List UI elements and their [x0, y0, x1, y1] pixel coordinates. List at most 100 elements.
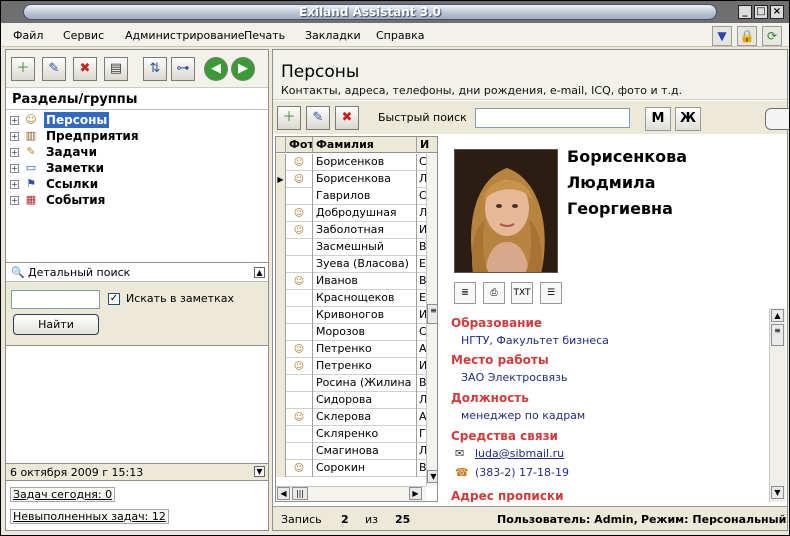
surname-cell[interactable]: Петренко — [313, 341, 417, 358]
surname-cell[interactable]: Кривоногов — [313, 307, 417, 324]
table-row[interactable]: Краснощеков Е — [276, 290, 437, 307]
table-row[interactable]: Сидорова Л — [276, 392, 437, 409]
view-icon[interactable]: ▤ — [104, 57, 128, 81]
close-button[interactable]: × — [770, 5, 784, 19]
list-icon[interactable]: ☰ — [540, 282, 562, 304]
scroll-thumb[interactable]: ≡ — [427, 304, 437, 324]
table-row[interactable]: ☺ Добродушная Л — [276, 205, 437, 222]
table-row[interactable]: Скляренко Г — [276, 426, 437, 443]
expand-icon[interactable]: + — [10, 116, 19, 125]
table-row[interactable]: ☺ Иванов В — [276, 273, 437, 290]
add-folder-icon[interactable]: ＋ — [11, 57, 35, 81]
expand-icon[interactable]: + — [10, 148, 19, 157]
find-button[interactable]: Найти — [13, 314, 99, 335]
surname-cell[interactable]: Засмешный — [313, 239, 417, 256]
table-row[interactable]: Гаврилов С — [276, 188, 437, 205]
tree-item-tasks[interactable]: + ✎ Задачи — [6, 144, 268, 160]
surname-cell[interactable]: Смагинова — [313, 443, 417, 460]
table-row[interactable]: ☺ Склерова А — [276, 409, 437, 426]
search-notes-checkbox[interactable]: ✓ — [108, 293, 120, 305]
grid-horizontal-scrollbar[interactable]: ◀ ||| ▶ — [276, 486, 426, 501]
scroll-down-icon[interactable]: ▼ — [427, 470, 437, 483]
surname-cell[interactable]: Сидорова — [313, 392, 417, 409]
print-icon[interactable]: ⎙ — [483, 282, 505, 304]
table-row[interactable]: Зуева (Власова) Е — [276, 256, 437, 273]
tree-item-persons[interactable]: + ☺ Персоны — [6, 112, 268, 128]
surname-cell[interactable]: Борисенкова — [313, 171, 417, 188]
surname-cell[interactable]: Гаврилов — [313, 188, 417, 205]
surname-cell[interactable]: Скляренко — [313, 426, 417, 443]
hscroll-thumb[interactable]: ||| — [292, 487, 308, 500]
expand-icon[interactable]: + — [10, 164, 19, 173]
table-row[interactable]: Засмешный В — [276, 239, 437, 256]
forward-arrow-icon[interactable]: ▶ — [231, 57, 255, 81]
tree-item-events[interactable]: + ▦ События — [6, 192, 268, 208]
surname-cell[interactable]: Морозов — [313, 324, 417, 341]
detail-scroll-thumb[interactable]: ≡ — [771, 324, 784, 346]
edit-folder-icon[interactable]: ✎ — [42, 57, 66, 81]
expand-icon[interactable]: + — [10, 132, 19, 141]
grid-vertical-scrollbar[interactable]: ≡ ▼ — [426, 154, 437, 486]
surname-cell[interactable]: Зуева (Власова) — [313, 256, 417, 273]
column-initial[interactable]: И — [417, 137, 430, 153]
menu-service[interactable]: Сервис — [63, 29, 104, 42]
table-row[interactable]: Росина (Жилина В — [276, 375, 437, 392]
surname-cell[interactable]: Борисенков — [313, 154, 417, 171]
quick-search-input[interactable] — [475, 108, 630, 128]
surname-cell[interactable]: Петренко — [313, 358, 417, 375]
edit-record-icon[interactable]: ✎ — [306, 106, 330, 130]
dropdown-arrow-icon[interactable]: ▼ — [712, 26, 732, 46]
menu-file[interactable]: Файл — [13, 29, 43, 42]
toolbar-extra-button[interactable] — [765, 108, 789, 130]
table-row[interactable]: Морозов С — [276, 324, 437, 341]
menu-admin[interactable]: Администрирование — [125, 29, 245, 42]
surname-cell[interactable]: Росина (Жилина — [313, 375, 417, 392]
scroll-up-icon[interactable]: ▲ — [771, 309, 784, 322]
detail-scrollbar[interactable]: ▲ ≡ ▼ — [769, 308, 786, 502]
back-arrow-icon[interactable]: ◀ — [204, 57, 228, 81]
menu-bookmarks[interactable]: Закладки — [305, 29, 361, 42]
female-filter-button[interactable]: Ж — [675, 107, 701, 131]
table-row[interactable]: ☺ Борисенков С — [276, 154, 437, 171]
txt-export-icon[interactable]: TXT — [511, 282, 533, 304]
tree-item-links[interactable]: + ⚑ Ссылки — [6, 176, 268, 192]
expand-tasks-icon[interactable]: ▼ — [254, 466, 265, 477]
table-row[interactable]: ☺ Петренко А — [276, 341, 437, 358]
menu-print[interactable]: Печать — [244, 29, 285, 42]
expand-icon[interactable]: + — [10, 196, 19, 205]
detail-search-input[interactable] — [11, 290, 100, 309]
scroll-left-icon[interactable]: ◀ — [277, 487, 290, 500]
surname-cell[interactable]: Краснощеков — [313, 290, 417, 307]
tree-item-notes[interactable]: + ▭ Заметки — [6, 160, 268, 176]
refresh-icon[interactable]: ⟳ — [762, 26, 782, 46]
email-link[interactable]: luda@sibmail.ru — [475, 447, 564, 460]
delete-folder-icon[interactable]: ✖ — [73, 57, 97, 81]
surname-cell[interactable]: Склерова — [313, 409, 417, 426]
tree-sort-icon[interactable]: ⇅ — [143, 57, 167, 81]
table-row[interactable]: Смагинова Л — [276, 443, 437, 460]
table-row[interactable]: ☺ Сорокин В — [276, 460, 437, 477]
table-row[interactable]: Кривоногов И — [276, 307, 437, 324]
lock-icon[interactable]: 🔒 — [737, 26, 757, 46]
table-row[interactable]: ☺ Петренко И — [276, 358, 437, 375]
unfinished-tasks-link[interactable]: Невыполненных задач: 12 — [10, 509, 169, 524]
minimize-button[interactable]: _ — [738, 5, 752, 19]
delete-record-icon[interactable]: ✖ — [335, 106, 359, 130]
collapse-icon[interactable]: ▲ — [254, 267, 265, 278]
scroll-right-icon[interactable]: ▶ — [409, 487, 422, 500]
table-row[interactable]: ▶ ☺ Борисенкова Л — [276, 171, 437, 188]
column-surname[interactable]: Фамилия — [313, 137, 417, 153]
expand-icon[interactable]: + — [10, 180, 19, 189]
male-filter-button[interactable]: М — [645, 107, 671, 131]
scroll-down-icon[interactable]: ▼ — [771, 486, 784, 499]
add-record-icon[interactable]: ＋ — [277, 106, 301, 130]
menu-help[interactable]: Справка — [376, 29, 424, 42]
tasks-today-link[interactable]: Задач сегодня: 0 — [10, 487, 116, 502]
column-photo[interactable]: Фот — [286, 137, 313, 153]
table-row[interactable]: ☺ Заболотная И — [276, 222, 437, 239]
tree-item-companies[interactable]: + ▥ Предприятия — [6, 128, 268, 144]
surname-cell[interactable]: Добродушная — [313, 205, 417, 222]
surname-cell[interactable]: Сорокин — [313, 460, 417, 477]
surname-cell[interactable]: Заболотная — [313, 222, 417, 239]
tree-structure-icon[interactable]: ⊶ — [171, 57, 195, 81]
